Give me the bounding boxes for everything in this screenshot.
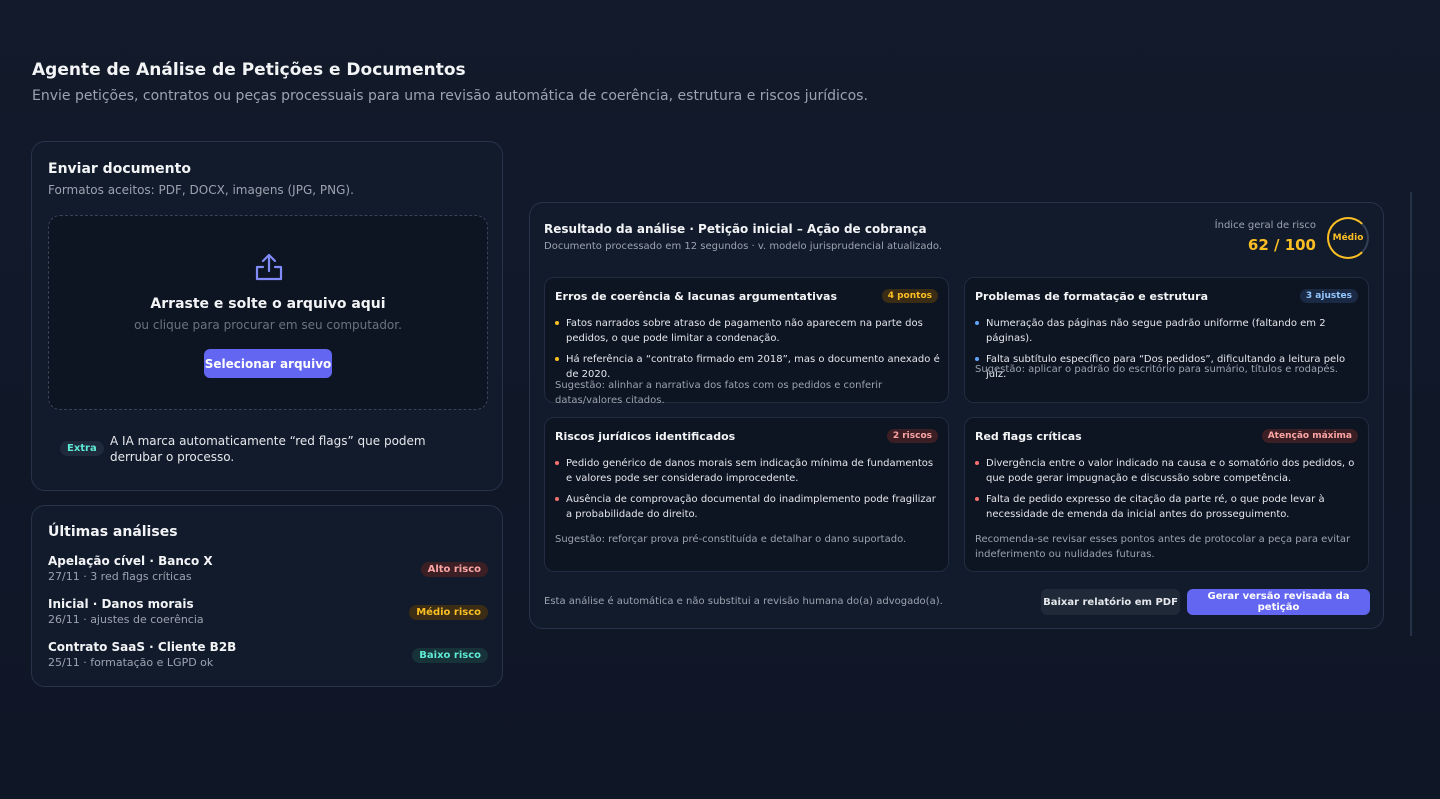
bullet-icon: [975, 321, 979, 325]
panel-title: Red flags críticas: [975, 430, 1082, 443]
risk-gauge: Médio: [1327, 217, 1369, 259]
recent-item-name: Contrato SaaS · Cliente B2B: [48, 640, 237, 654]
panel-badge: 3 ajustes: [1299, 289, 1358, 303]
bullet-icon: [975, 461, 979, 465]
list-item: Falta de pedido expresso de citação da p…: [975, 492, 1360, 522]
panel-hint: Recomenda-se revisar esses pontos antes …: [975, 534, 1351, 560]
list-item: Fatos narrados sobre atraso de pagamento…: [555, 316, 940, 346]
risk-index-label: Índice geral de risco: [1214, 220, 1316, 231]
list-item: Divergência entre o valor indicado na ca…: [975, 456, 1360, 486]
formatting-panel: Problemas de formatação e estrutura 3 aj…: [964, 277, 1369, 403]
recent-analyses-card: Últimas análises Apelação cível · Banco …: [31, 505, 503, 687]
drop-hint: ou clique para procurar em seu computado…: [134, 318, 402, 332]
panel-title: Riscos jurídicos identificados: [555, 430, 736, 443]
panel-badge: 2 riscos: [886, 429, 938, 443]
select-file-button[interactable]: Selecionar arquivo: [204, 349, 332, 378]
risk-index-score: 62 / 100: [1247, 236, 1316, 254]
panel-hint: Sugestão: reforçar prova pré-constituída…: [555, 534, 907, 545]
panel-hint: Sugestão: alinhar a narrativa dos fatos …: [555, 380, 883, 406]
coherence-panel: Erros de coerência & lacunas argumentati…: [544, 277, 949, 406]
recent-item-meta: 27/11 · 3 red flags críticas: [48, 570, 192, 583]
page-title: Agente de Análise de Petições e Document…: [32, 60, 466, 80]
bullet-icon: [555, 321, 559, 325]
list-item[interactable]: Apelação cível · Banco X 27/11 · 3 red f…: [48, 554, 488, 590]
scrollbar[interactable]: [1410, 192, 1412, 636]
page-subtitle: Envie petições, contratos ou peças proce…: [32, 88, 868, 104]
risks-panel: Riscos jurídicos identificados 2 riscos …: [544, 417, 949, 572]
panel-hint: Sugestão: aplicar o padrão do escritório…: [975, 364, 1338, 375]
list-item: Pedido genérico de danos morais sem indi…: [555, 456, 940, 486]
panel-title: Problemas de formatação e estrutura: [975, 290, 1208, 303]
recent-item-name: Apelação cível · Banco X: [48, 554, 213, 568]
extra-text: A IA marca automaticamente “red flags” q…: [110, 434, 426, 464]
recent-title: Últimas análises: [48, 524, 178, 540]
bullet-icon: [555, 461, 559, 465]
redflags-panel: Red flags críticas Atenção máxima Diverg…: [964, 417, 1369, 572]
upload-icon: [255, 253, 283, 281]
list-item: Ausência de comprovação documental do in…: [555, 492, 940, 522]
result-card: Resultado da análise · Petição inicial –…: [529, 202, 1384, 629]
risk-level-label: Médio: [1332, 233, 1364, 243]
panel-title: Erros de coerência & lacunas argumentati…: [555, 290, 838, 303]
list-item: Numeração das páginas não segue padrão u…: [975, 316, 1360, 346]
result-subtitle: Documento processado em 12 segundos · v.…: [544, 241, 942, 252]
list-item[interactable]: Inicial · Danos morais 26/11 · ajustes d…: [48, 597, 488, 633]
list-item[interactable]: Contrato SaaS · Cliente B2B 25/11 · form…: [48, 640, 488, 676]
status-badge: Baixo risco: [412, 648, 488, 663]
panel-list: Numeração das páginas não segue padrão u…: [975, 316, 1360, 388]
upload-title: Enviar documento: [48, 161, 191, 177]
result-title: Resultado da análise · Petição inicial –…: [544, 222, 927, 236]
generate-revision-button[interactable]: Gerar versão revisada da petição: [1187, 589, 1370, 615]
panel-list: Divergência entre o valor indicado na ca…: [975, 456, 1360, 528]
bullet-icon: [555, 497, 559, 501]
disclaimer: Esta análise é automática e não substitu…: [544, 596, 943, 607]
drop-title: Arraste e solte o arquivo aqui: [150, 296, 386, 312]
status-badge: Médio risco: [409, 605, 488, 620]
bullet-icon: [975, 497, 979, 501]
upload-card: Enviar documento Formatos aceitos: PDF, …: [31, 141, 503, 491]
dropzone[interactable]: Arraste e solte o arquivo aqui ou clique…: [48, 215, 488, 410]
recent-item-name: Inicial · Danos morais: [48, 597, 194, 611]
status-badge: Alto risco: [420, 562, 488, 577]
download-pdf-button[interactable]: Baixar relatório em PDF: [1041, 589, 1180, 615]
upload-formats: Formatos aceitos: PDF, DOCX, imagens (JP…: [48, 183, 354, 197]
extra-badge: Extra: [60, 441, 104, 456]
panel-badge: 4 pontos: [881, 289, 938, 303]
recent-item-meta: 26/11 · ajustes de coerência: [48, 613, 204, 626]
panel-list: Pedido genérico de danos morais sem indi…: [555, 456, 940, 528]
panel-badge: Atenção máxima: [1261, 429, 1358, 443]
bullet-icon: [975, 357, 979, 361]
bullet-icon: [555, 357, 559, 361]
recent-item-meta: 25/11 · formatação e LGPD ok: [48, 656, 214, 669]
